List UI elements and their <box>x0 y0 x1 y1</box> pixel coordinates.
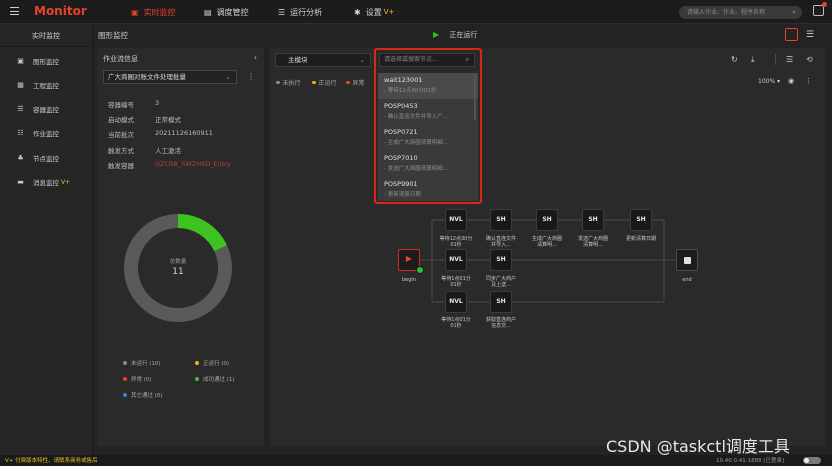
footer-toggle[interactable] <box>803 457 821 464</box>
dropdown-option[interactable]: POSP0453 - 确认直连文件并导入广... <box>378 99 478 125</box>
option-desc: - 确认直连文件并导入广... <box>384 114 448 120</box>
flow-node-posp0721[interactable]: SH <box>536 209 558 231</box>
flow-node-posp0453[interactable]: SH <box>490 209 512 231</box>
option-code: POSP7010 <box>384 154 418 162</box>
option-code: POSP0721 <box>384 128 418 136</box>
dropdown-option[interactable]: wait123001 - 等待12点30分01秒 <box>378 73 478 99</box>
flow-connectors <box>421 219 676 303</box>
footer-notice: V+ 付费版本特性，请联系商务或售后 <box>5 458 98 464</box>
option-desc: - 等待12点30分01秒 <box>384 88 437 94</box>
flow-node-wait-2[interactable]: NVL <box>445 249 467 271</box>
option-desc: - 生成广大商圈清算明细... <box>384 140 448 146</box>
watermark: CSDN @taskctl调度工具 <box>606 437 790 456</box>
flow-node-posp7010[interactable]: SH <box>582 209 604 231</box>
flow-node-label: 更新清算日期 <box>625 236 656 242</box>
option-code: POSP0453 <box>384 102 418 110</box>
option-desc: - 更新清算日期 <box>384 192 421 198</box>
dropdown-option[interactable]: POSP7010 - 发送广大商圈清算明细... <box>378 151 478 177</box>
flow-node-label: 同步广大商户及上送... <box>485 276 516 288</box>
end-node[interactable] <box>676 249 698 271</box>
flow-node-label: 获取直连商户信息交... <box>485 317 516 329</box>
flow-node-label: 等待1点01分01秒 <box>441 317 471 329</box>
option-desc: - 发送广大商圈清算明细... <box>384 166 448 172</box>
flow-node-sync[interactable]: SH <box>490 249 512 271</box>
status-footer: V+ 付费版本特性，请联系商务或售后 10.40.0.41:1888 [已登录] <box>0 455 832 466</box>
flow-node-fetch[interactable]: SH <box>490 291 512 313</box>
dropdown-option[interactable]: POSP0721 - 生成广大商圈清算明细... <box>378 125 478 151</box>
flow-node-label: 确认直连文件并导入... <box>485 236 516 248</box>
flow-node-label: 发送广大商圈清算明... <box>577 236 608 248</box>
option-code: POSP9901 <box>384 180 418 188</box>
end-label: end <box>682 277 692 283</box>
flow-node-label: 等待12点30分01秒 <box>439 236 473 248</box>
node-search-dropdown: wait123001 - 等待12点30分01秒 POSP0453 - 确认直连… <box>378 73 478 201</box>
app-root: Monitor ▣ 实时监控 ▤ 调度管控 ☰ 运行分析 ✱ 设置 V+ 请输入… <box>0 0 832 466</box>
flow-node-wait123001[interactable]: NVL <box>445 209 467 231</box>
dropdown-option[interactable]: POSP9901 - 更新清算日期 <box>378 177 478 201</box>
option-code: wait123001 <box>384 76 423 84</box>
flow-node-label: 等待1点01分01秒 <box>441 276 471 288</box>
begin-label: begin <box>402 277 416 283</box>
footer-server-info: 10.40.0.41:1888 [已登录] <box>716 458 785 464</box>
dropdown-scrollbar[interactable] <box>474 75 476 120</box>
success-badge <box>416 266 424 274</box>
flow-node-posp9901[interactable]: SH <box>630 209 652 231</box>
flow-node-label: 生成广大商圈清算明... <box>531 236 562 248</box>
flow-node-wait-3[interactable]: NVL <box>445 291 467 313</box>
